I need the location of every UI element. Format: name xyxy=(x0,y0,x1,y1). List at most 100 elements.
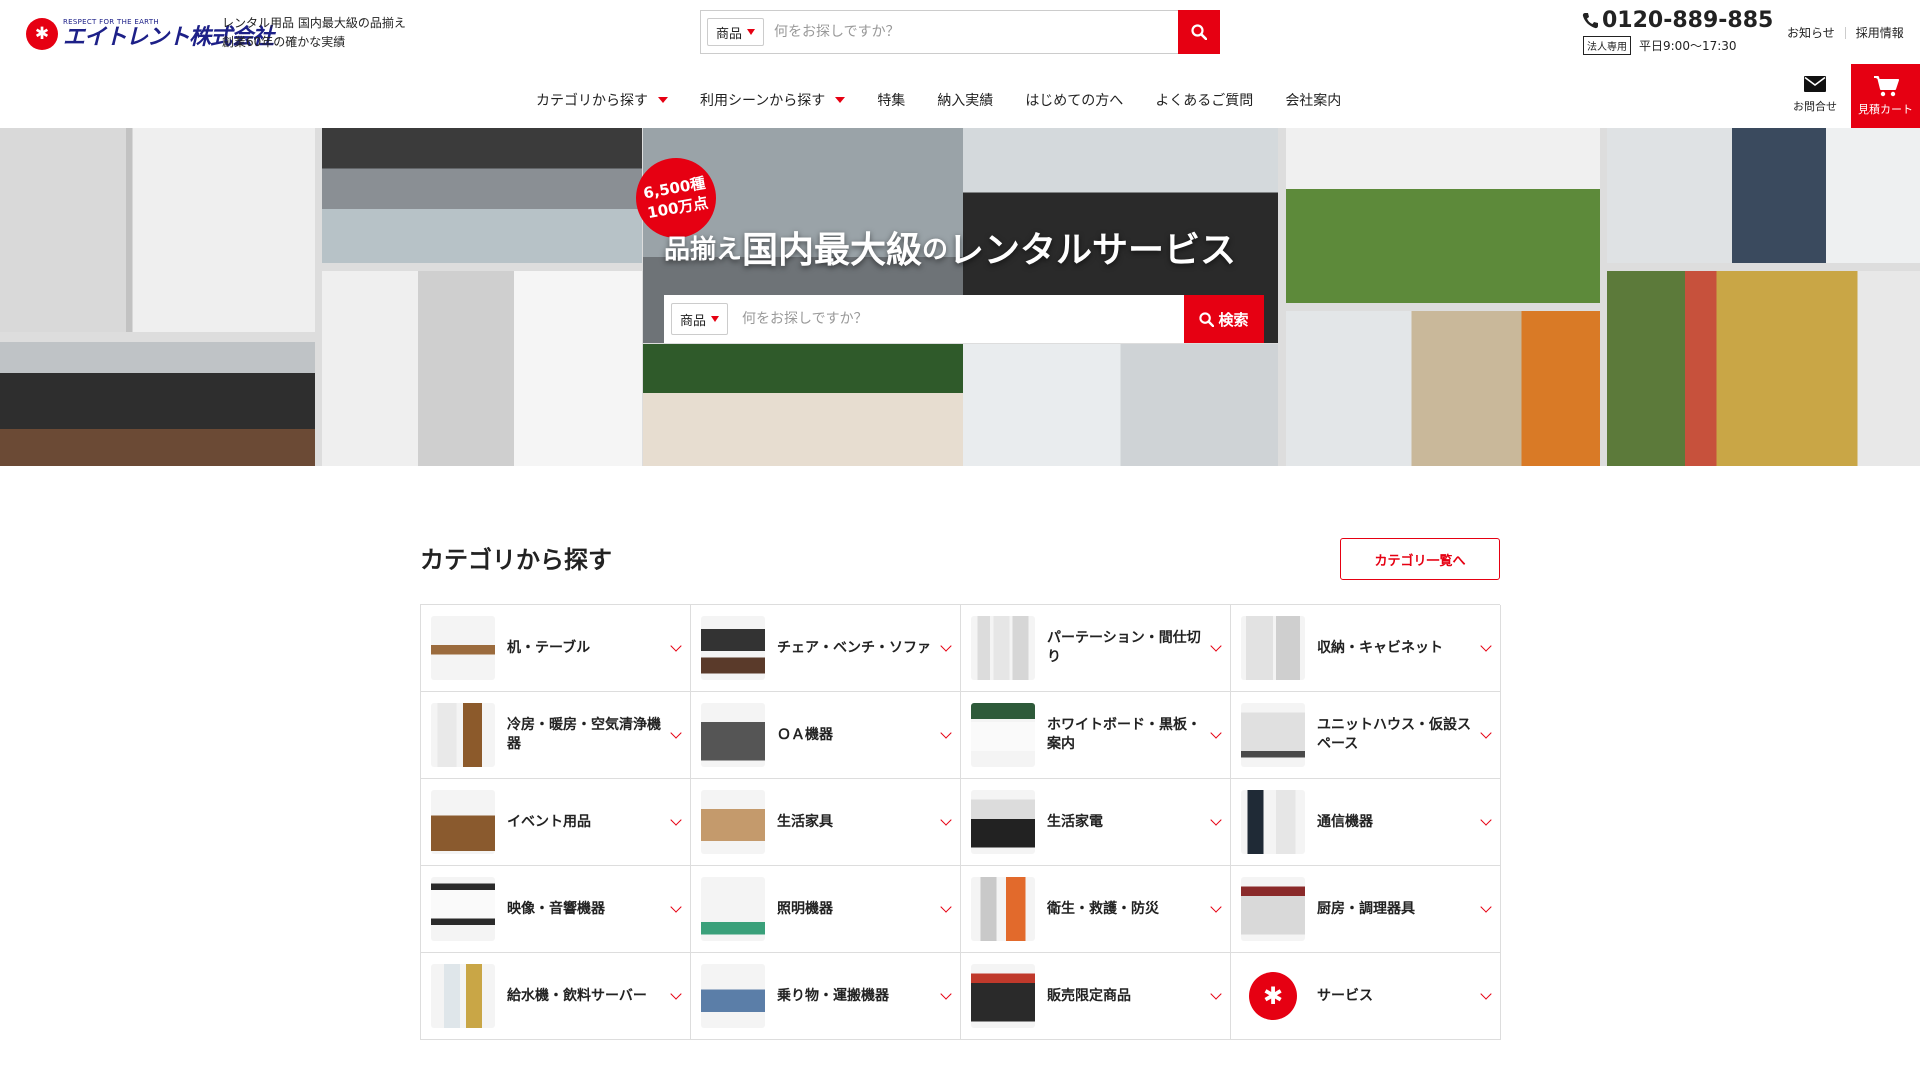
category-item[interactable]: 衛生・救護・防災 xyxy=(961,866,1231,953)
nav-item-scene[interactable]: 利用シーンから探す xyxy=(700,90,846,110)
top-links: お知らせ 採用情報 xyxy=(1787,24,1904,41)
category-item[interactable]: ＯＡ機器 xyxy=(691,692,961,779)
category-item[interactable]: ユニットハウス・仮設スペース xyxy=(1231,692,1501,779)
chevron-down-icon xyxy=(940,814,952,826)
chevron-down-icon xyxy=(1480,901,1492,913)
category-item[interactable]: 収納・キャビネット xyxy=(1231,605,1501,692)
category-section-title: カテゴリから探す xyxy=(420,546,612,574)
header-tagline: レンタル用品 国内最大級の品揃え 創業60年の確かな実績 xyxy=(222,16,406,49)
hero-search-category-select[interactable]: 商品 xyxy=(671,303,729,335)
chevron-down-icon xyxy=(1210,814,1222,826)
hero-photo-tent xyxy=(1286,128,1600,303)
header-search: 商品 xyxy=(700,10,1220,54)
lighting-icon xyxy=(701,877,765,941)
divider xyxy=(1844,26,1846,39)
chevron-down-icon xyxy=(1480,727,1492,739)
category-item[interactable]: 通信機器 xyxy=(1231,779,1501,866)
business-hours: 法人専用 平日9:00〜17:30 xyxy=(1583,36,1737,55)
chevron-down-icon xyxy=(940,988,952,1000)
nav-item-company[interactable]: 会社案内 xyxy=(1285,90,1341,110)
chair-sofa-icon xyxy=(701,616,765,680)
category-item[interactable]: 乗り物・運搬機器 xyxy=(691,953,961,1040)
nav-item-category[interactable]: カテゴリから探す xyxy=(536,90,668,110)
category-item[interactable]: 生活家具 xyxy=(691,779,961,866)
header-search-button[interactable] xyxy=(1178,10,1220,54)
event-goods-icon xyxy=(431,790,495,854)
chevron-down-icon xyxy=(1480,814,1492,826)
category-item[interactable]: 生活家電 xyxy=(961,779,1231,866)
category-item[interactable]: 冷房・暖房・空気清浄機器 xyxy=(421,692,691,779)
category-item[interactable]: 給水機・飲料サーバー xyxy=(421,953,691,1040)
service-icon: ✱ xyxy=(1241,964,1305,1028)
category-item[interactable]: 販売限定商品 xyxy=(961,953,1231,1040)
category-list-button[interactable]: カテゴリ一覧へ xyxy=(1340,538,1500,580)
hero-photo-desks xyxy=(322,128,642,263)
communication-device-icon xyxy=(1241,790,1305,854)
category-item[interactable]: イベント用品 xyxy=(421,779,691,866)
chevron-down-icon xyxy=(670,901,682,913)
chevron-down-icon xyxy=(1210,988,1222,1000)
category-item[interactable]: 映像・音響機器 xyxy=(421,866,691,953)
chevron-down-icon xyxy=(670,640,682,652)
kitchen-icon xyxy=(1241,877,1305,941)
nav-item-delivery-record[interactable]: 納入実績 xyxy=(937,90,993,110)
phone-number[interactable]: 0120-889-885 xyxy=(1582,8,1773,33)
whiteboard-icon xyxy=(971,703,1035,767)
nav-item-faq[interactable]: よくあるご質問 xyxy=(1155,90,1253,110)
global-nav: カテゴリから探す 利用シーンから探す 特集 納入実績 はじめての方へ よくあるご… xyxy=(536,88,1341,112)
category-item[interactable]: ホワイトボード・黒板・案内 xyxy=(961,692,1231,779)
hero-photo-lounge-sofa xyxy=(643,344,963,466)
site-header: ✱ RESPECT FOR THE EARTH エイトレント株式会社 レンタル用… xyxy=(0,0,1920,128)
logo-emblem-icon: ✱ xyxy=(26,18,58,50)
news-link[interactable]: お知らせ xyxy=(1787,24,1835,41)
category-item[interactable]: 照明機器 xyxy=(691,866,961,953)
caret-down-icon xyxy=(658,97,668,103)
hero-photo-worker xyxy=(322,271,642,466)
furniture-icon xyxy=(701,790,765,854)
hero-photo-duct-hose xyxy=(1286,311,1600,466)
audio-visual-icon xyxy=(431,877,495,941)
nav-item-beginner[interactable]: はじめての方へ xyxy=(1025,90,1123,110)
first-aid-icon xyxy=(971,877,1035,941)
mail-icon xyxy=(1804,76,1826,92)
water-server-icon xyxy=(431,964,495,1028)
vehicle-icon xyxy=(701,964,765,1028)
hero-search-input[interactable] xyxy=(728,297,1184,341)
category-item[interactable]: チェア・ベンチ・ソファ xyxy=(691,605,961,692)
corp-only-badge: 法人専用 xyxy=(1583,36,1631,55)
air-conditioner-icon xyxy=(431,703,495,767)
cart-icon xyxy=(1873,76,1899,97)
contact-button[interactable]: お問合せ xyxy=(1780,70,1850,120)
caret-down-icon xyxy=(711,316,720,322)
chevron-down-icon xyxy=(1210,640,1222,652)
search-icon xyxy=(1191,24,1207,40)
hero-search-button[interactable]: 検索 xyxy=(1184,295,1264,343)
search-category-select[interactable]: 商品 xyxy=(707,18,765,46)
category-grid: 机・テーブル チェア・ベンチ・ソファ パーテーション・間仕切り 収納・キャビネッ… xyxy=(420,604,1501,1040)
cabinet-icon xyxy=(1241,616,1305,680)
recruit-link[interactable]: 採用情報 xyxy=(1856,24,1904,41)
unit-house-icon xyxy=(1241,703,1305,767)
hero-title: 品揃え 国内最大級のレンタルサービス xyxy=(664,230,1237,271)
header-search-input[interactable] xyxy=(764,12,1178,52)
hero-photo-business xyxy=(1607,128,1920,263)
chevron-down-icon xyxy=(940,640,952,652)
category-item[interactable]: 机・テーブル xyxy=(421,605,691,692)
category-item[interactable]: 厨房・調理器具 xyxy=(1231,866,1501,953)
chevron-down-icon xyxy=(670,727,682,739)
desk-table-icon xyxy=(431,616,495,680)
category-item[interactable]: パーテーション・間仕切り xyxy=(961,605,1231,692)
chevron-down-icon xyxy=(670,988,682,1000)
chevron-down-icon xyxy=(940,727,952,739)
hero-photo-sofa xyxy=(0,342,315,466)
chevron-down-icon xyxy=(670,814,682,826)
caret-down-icon xyxy=(747,29,756,35)
caret-down-icon xyxy=(835,97,846,103)
logo[interactable]: ✱ RESPECT FOR THE EARTH エイトレント株式会社 xyxy=(26,14,274,54)
hero-photo-studio-light xyxy=(963,344,1278,466)
quote-cart-button[interactable]: 見積カート xyxy=(1851,64,1920,128)
hero-photo-flowers xyxy=(1607,271,1920,466)
nav-item-feature[interactable]: 特集 xyxy=(877,90,905,110)
category-item[interactable]: ✱ サービス xyxy=(1231,953,1501,1040)
hero-photo-office-partition xyxy=(0,128,315,332)
